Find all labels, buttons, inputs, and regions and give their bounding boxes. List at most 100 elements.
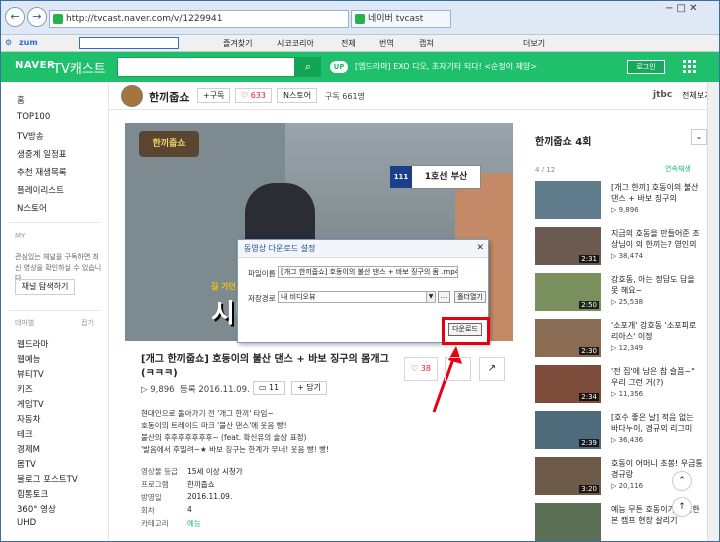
station-sign: 111 1호선 부산 [390, 165, 481, 189]
like-button[interactable]: ♡ 38 [404, 357, 438, 381]
address-bar[interactable]: http://tvcast.naver.com/v/1229941 [49, 10, 349, 28]
sidebar-item-top100[interactable]: TOP100 [17, 112, 50, 122]
share-icon[interactable]: ↗ [479, 357, 505, 381]
video-title: [개그 한끼줍쇼] 호동이의 불산 댄스 + 바보 징구의 몸개그(ㅋㅋㅋ) [141, 354, 389, 379]
playlist-thumbnail: 2:39 [535, 411, 601, 449]
channel-name[interactable]: 한끼줍쇼 [149, 89, 189, 105]
sicorea-menu[interactable]: 시코코리아 [277, 38, 314, 49]
sidebar-item-home[interactable]: 홈 [17, 94, 25, 106]
scroll-top-icon[interactable]: ↑ [672, 497, 692, 517]
playlist-thumbnail: 2:31 [535, 227, 601, 265]
theme-item[interactable]: 웹예능 [17, 353, 40, 365]
theme-collapse-toggle[interactable]: 접기 [81, 318, 94, 328]
naver-logo[interactable]: NAVER [15, 60, 55, 71]
add-to-list-button[interactable]: + 담기 [291, 381, 327, 395]
open-folder-button[interactable]: 폴더열기 [454, 291, 486, 303]
theme-item[interactable]: 웹드라마 [17, 338, 48, 350]
info-value[interactable]: 예능 [187, 518, 201, 529]
sidebar-item-nstore[interactable]: N스토어 [17, 202, 47, 214]
theme-item[interactable]: 키즈 [17, 383, 33, 395]
sidebar-item-recommended[interactable]: 추천 재생목록 [17, 166, 67, 178]
highlight-box [442, 317, 490, 345]
channel-avatar[interactable] [121, 85, 143, 107]
more-button[interactable] [445, 357, 471, 381]
theme-section-label: 테마별 [15, 319, 35, 327]
chevron-down-icon[interactable]: ⌄ [691, 129, 707, 145]
translate-menu[interactable]: 번역 [379, 38, 394, 49]
playlist-item-views: ▷ 11,356 [611, 390, 644, 398]
sidebar-item-tv[interactable]: TV방송 [17, 130, 44, 142]
up-badge: UP [330, 61, 348, 73]
info-value[interactable]: 한끼줍쇼 [187, 479, 215, 490]
playlist-item[interactable]: 2:31 지금의 호동을 만들어준 조상님이 의 한끼는? 영인의 ▷ 38,4… [535, 227, 705, 271]
page-scrollbar[interactable] [707, 82, 719, 541]
search-icon: ⌕ [304, 60, 312, 73]
info-key: 영상물 등급 [141, 467, 178, 476]
tvcast-logo[interactable]: TV캐스트 [53, 58, 106, 77]
description-line: 현대인으로 돌아가기 전 '개그 한끼' 타임~ [141, 409, 274, 418]
playlist-item-views: ▷ 20,116 [611, 482, 644, 490]
back-button[interactable]: ← [5, 7, 25, 27]
playlist-item-title: [개그 한끼] 호동이의 불산 댄스 + 바보 징구의 [611, 183, 699, 203]
channel-like-button[interactable]: ♡ 633 [235, 88, 272, 103]
close-icon[interactable]: ✕ [476, 243, 484, 253]
theme-item[interactable]: 자동차 [17, 413, 40, 425]
theme-item[interactable]: 경제M [17, 443, 40, 455]
login-button[interactable]: 로그인 [627, 60, 665, 74]
theme-item[interactable]: 뷰티TV [17, 368, 44, 380]
more-menu[interactable]: 더보기 [523, 38, 545, 49]
forward-button[interactable]: → [27, 7, 47, 27]
theme-item[interactable]: 힙통토크 [17, 488, 48, 500]
subscribe-button[interactable]: +구독 [197, 88, 231, 103]
description-line: 불산의 후후후후후후후~ (feat. 확신유의 술상 표정) [141, 433, 307, 442]
sidebar-item-live-schedule[interactable]: 생중계 일정표 [17, 148, 67, 160]
capture-menu[interactable]: 캡쳐 [419, 38, 434, 49]
theme-item[interactable]: 몸TV [17, 458, 36, 470]
theme-item[interactable]: 게임TV [17, 398, 44, 410]
channel-explore-button[interactable]: 채널 탐색하기 [15, 279, 75, 295]
playlist-item[interactable]: 2:50 강호동, 아는 정답도 답을 못 해요~ ▷ 25,538 [535, 273, 705, 317]
playlist-item[interactable]: 2:39 [호수 좋은 날] 적음 없는 바다누이, 경규의 리그미 ▷ 36,… [535, 411, 705, 455]
zum-search-input[interactable] [79, 37, 179, 49]
news-ticker[interactable]: [엠드라마] EXO 디오, 초자기타 되다! <순정이 제양> [355, 61, 537, 72]
theme-item[interactable]: 360° 영상 [17, 503, 56, 515]
chevron-down-icon[interactable]: ▼ [426, 292, 435, 302]
search-button[interactable]: ⌕ [295, 57, 321, 77]
gear-icon[interactable]: ⚙ [5, 38, 12, 47]
file-name-field[interactable]: [개그 한끼줍쇼] 호동이의 불산 댄스 + 바보 징구의 몸 .mp4 [278, 266, 458, 278]
full-menu[interactable]: 전체 [341, 38, 356, 49]
follower-count: 구독 661명 [325, 92, 365, 101]
playlist-item[interactable]: 2:30 '소포개' 강호동 '소포피로리아스' 이정 ▷ 12,349 [535, 319, 705, 363]
tab-label: 네이버 tvcast [368, 14, 424, 24]
sidebar-divider [9, 310, 101, 311]
browser-title-bar: ← → http://tvcast.naver.com/v/1229941 네이… [1, 1, 719, 35]
search-input[interactable] [117, 57, 295, 77]
playlist-item[interactable]: 2:34 '전 집'에 남은 참 슬픔~" 우리 그런 거(?) ▷ 11,35… [535, 365, 705, 409]
sidebar-item-playlist[interactable]: 플레이리스트 [17, 184, 64, 196]
zum-logo[interactable]: zum [19, 38, 38, 47]
nstore-button[interactable]: N스토어 [277, 88, 318, 103]
my-section-label: MY [15, 232, 26, 240]
chevron-up-icon[interactable]: ⌃ [672, 471, 692, 491]
playlist-item-title: '소포개' 강호동 '소포피로리아스' 이정 [611, 321, 697, 341]
playlist-thumbnail: 3:20 [535, 457, 601, 495]
autoplay-toggle[interactable]: 연속재생 [665, 164, 691, 174]
apps-grid-icon[interactable] [683, 60, 697, 74]
duration-badge: 2:39 [579, 439, 599, 447]
playlist-thumbnail: 2:50 [535, 273, 601, 311]
playlist-item[interactable]: [개그 한끼] 호동이의 불산 댄스 + 바보 징구의 ▷ 9,896 [535, 181, 705, 225]
theme-item[interactable]: 불로그 포스트TV [17, 473, 78, 485]
channel-header: 한끼줍쇼 +구독 ♡ 633 N스토어 구독 661명 jtbc 전체보기 [109, 82, 719, 110]
theme-item[interactable]: 테크 [17, 428, 33, 440]
browse-button[interactable]: ... [438, 291, 450, 303]
browser-tab[interactable]: 네이버 tvcast [351, 10, 451, 28]
save-path-select[interactable]: 내 비디오뷰 [278, 291, 436, 303]
window-controls[interactable]: − □ ✕ [665, 3, 698, 14]
playlist-item-views: ▷ 25,538 [611, 298, 644, 306]
jtbc-logo[interactable]: jtbc [653, 90, 672, 100]
theme-item[interactable]: UHD [17, 518, 36, 528]
tab-favicon [355, 14, 365, 24]
favorites-menu[interactable]: 즐겨찾기 [223, 38, 252, 49]
comment-button[interactable]: ▭ 11 [253, 381, 285, 395]
info-value: 15세 이상 시청가 [187, 467, 243, 476]
